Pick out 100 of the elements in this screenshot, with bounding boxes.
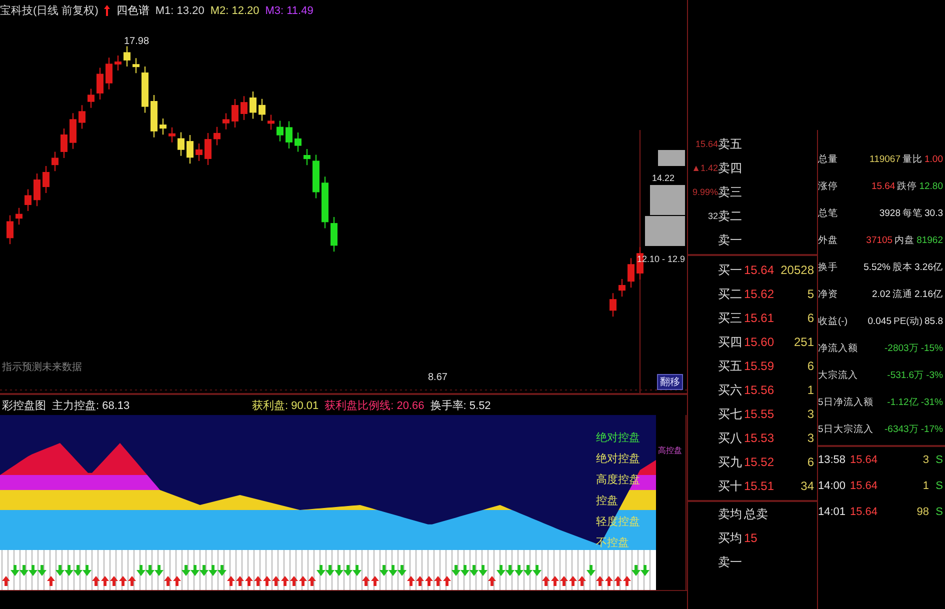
candlestick xyxy=(294,132,302,152)
candlestick xyxy=(258,98,266,122)
candlestick xyxy=(276,120,284,142)
indicator-value: 获利盘比例线: 20.66 xyxy=(324,398,424,412)
flow-value: -3% xyxy=(926,370,943,381)
moving-average-value: M3: 11.49 xyxy=(265,4,314,16)
indicator-name: 四色谱 xyxy=(116,4,150,18)
stat-value: 37105 xyxy=(865,235,893,246)
bid-volume: 3 xyxy=(806,431,814,445)
bid-volume: 5 xyxy=(806,287,814,301)
candlestick xyxy=(88,88,94,108)
bid-level-label: 买三 xyxy=(718,310,743,326)
flow-label: 5日大宗流入 xyxy=(818,423,874,436)
candlestick xyxy=(618,278,626,298)
moving-average-value: M2: 12.20 xyxy=(210,4,260,16)
tick-volume: 1 xyxy=(922,480,929,492)
bid-volume: 6 xyxy=(806,359,814,373)
bid-level-label: 买十 xyxy=(718,478,743,494)
stat-label: 总笔 xyxy=(818,207,838,220)
chart-title: 宝科技(日线 前复权) xyxy=(0,4,98,18)
candlestick xyxy=(6,214,14,245)
bid-price: 15.53 xyxy=(744,431,776,445)
stat-value: 15.64 xyxy=(870,181,896,192)
stat-value: 12.80 xyxy=(919,181,943,192)
forecast-note: 指示预测未来数据 xyxy=(2,362,82,373)
candlestick xyxy=(196,142,202,162)
stat-label: 收益(-) xyxy=(818,315,848,328)
candlestick xyxy=(34,173,40,207)
candlestick xyxy=(114,55,122,71)
axis-price-label: 9.99% xyxy=(691,187,718,197)
bid-price: 15.60 xyxy=(744,335,776,349)
candlestick xyxy=(24,188,32,212)
stat-label: 外盘 xyxy=(818,234,838,247)
bid-level-label: 买二 xyxy=(718,286,743,302)
low-price-label: 8.67 xyxy=(428,372,448,383)
bid-level-label: 买八 xyxy=(718,430,743,446)
candlestick xyxy=(268,114,274,130)
stat-value: 119067 xyxy=(868,154,900,165)
candlestick xyxy=(330,216,338,252)
flow-value: -531.6万 xyxy=(886,369,924,382)
tick-side: S xyxy=(934,480,943,492)
stat-label: PE(动) xyxy=(894,315,922,328)
control-level-label: 绝对控盘 xyxy=(596,453,640,465)
tick-price: 15.64 xyxy=(850,506,879,518)
ask-level-label: 卖一 xyxy=(718,232,743,248)
candlestick xyxy=(150,94,158,138)
flow-value: -2803万 xyxy=(884,342,919,355)
tick-side: S xyxy=(934,506,943,518)
stat-label: 换手 xyxy=(818,261,838,274)
candlestick xyxy=(222,112,230,130)
candlestick xyxy=(232,98,238,128)
stat-label: 每笔 xyxy=(902,207,922,220)
bid-level-label: 买七 xyxy=(718,406,743,422)
indicator-value: 主力控盘: 68.13 xyxy=(52,398,130,412)
candlestick xyxy=(628,258,634,288)
ask-level-label: 卖二 xyxy=(718,208,743,224)
stat-value: 1.00 xyxy=(924,154,943,165)
axis-price-label: 15.64 xyxy=(694,139,718,149)
shift-button[interactable]: 翻移 xyxy=(657,374,683,390)
ask-level-label: 卖四 xyxy=(718,160,743,176)
bid-level-label: 买四 xyxy=(718,334,743,350)
bid-price: 15.51 xyxy=(744,479,776,493)
tick-price: 15.64 xyxy=(850,480,879,492)
bid-level-label: 买六 xyxy=(718,382,743,398)
stat-label: 流通 xyxy=(892,288,912,301)
stat-label: 内盘 xyxy=(894,234,915,247)
candlestick xyxy=(106,57,112,90)
tick-time: 13:58 xyxy=(818,454,847,466)
stat-label: 总量 xyxy=(818,153,838,166)
control-tag-label: 高控盘 xyxy=(658,446,682,455)
bid-volume: 20528 xyxy=(780,263,814,277)
indicator-title: 彩控盘图 xyxy=(2,398,46,412)
candlestick xyxy=(186,134,194,164)
control-level-label: 绝对控盘 xyxy=(596,432,640,444)
tick-side: S xyxy=(934,454,943,466)
candlestick xyxy=(214,126,220,146)
tick-volume: 3 xyxy=(922,454,929,466)
bid-price: 15.52 xyxy=(744,455,776,469)
indicator-value: 获利盘: 90.01 xyxy=(252,398,319,412)
candlestick xyxy=(240,96,248,120)
summary-label: 卖均 xyxy=(718,506,743,522)
candlestick xyxy=(178,132,184,156)
bid-price: 15.61 xyxy=(744,311,776,325)
candlestick xyxy=(78,104,86,130)
candlestick xyxy=(304,148,310,166)
candlestick xyxy=(322,176,328,229)
control-level-label: 控盘 xyxy=(596,495,618,507)
candlestick xyxy=(124,46,130,67)
stat-label: 量比 xyxy=(902,153,922,166)
candlestick xyxy=(52,151,58,172)
summary-label: 买均 xyxy=(718,530,743,546)
bid-level-label: 买一 xyxy=(718,262,743,278)
bid-level-label: 买五 xyxy=(718,358,743,374)
summary-value: 15 xyxy=(744,531,758,545)
candlestick xyxy=(168,126,176,143)
control-level-label: 高度控盘 xyxy=(596,474,640,486)
stat-value: 81962 xyxy=(916,235,943,246)
bid-price: 15.56 xyxy=(744,383,776,397)
candlestick xyxy=(70,112,76,150)
bid-volume: 6 xyxy=(806,455,814,469)
